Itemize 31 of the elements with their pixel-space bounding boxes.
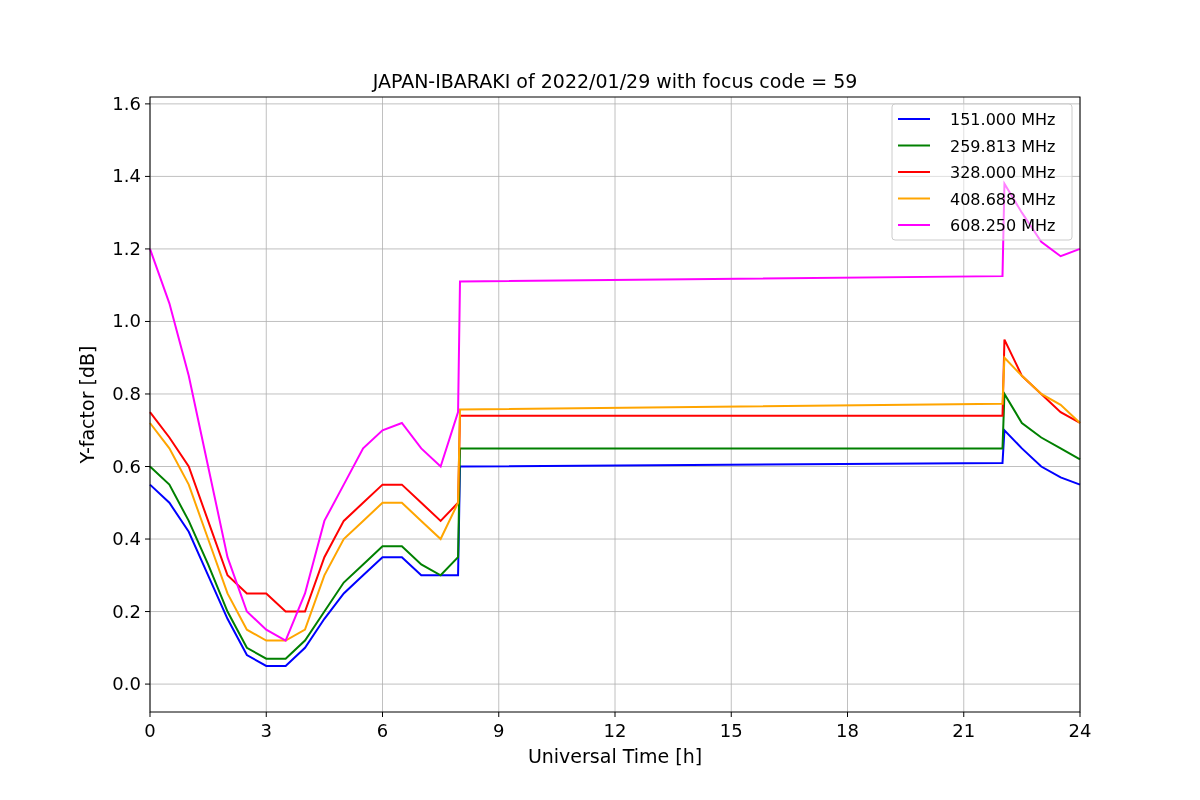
legend-label: 151.000 MHz	[950, 110, 1056, 129]
x-tick-label: 3	[260, 720, 272, 741]
legend-line	[897, 144, 931, 147]
x-tick-label: 24	[1068, 720, 1092, 741]
x-axis-label: Universal Time [h]	[527, 745, 703, 767]
y-tick-label: 1.6	[112, 92, 141, 114]
y-tick-label: 1.0	[112, 310, 141, 332]
x-tick-label: 0	[144, 720, 156, 741]
legend-line	[897, 197, 931, 200]
legend-label: 259.813 MHz	[950, 136, 1056, 156]
y-tick-label: 1.4	[112, 165, 141, 187]
x-tick-label: 15	[719, 720, 743, 741]
legend-label: 408.688 MHz	[950, 189, 1056, 209]
x-tick-label: 18	[836, 720, 859, 741]
y-tick-label: 1.2	[112, 237, 141, 259]
legend-label: 608.250 MHz	[950, 216, 1056, 235]
x-tick-label: 9	[493, 720, 505, 741]
x-tick-label: 6	[376, 720, 389, 741]
legend-line	[897, 171, 931, 173]
legend-line	[897, 224, 931, 226]
y-tick-label: 0.6	[112, 455, 141, 477]
x-tick-label: 21	[952, 720, 976, 741]
chart-title: JAPAN-IBARAKI of 2022/01/29 with focus code = 59	[372, 70, 858, 92]
y-axis-label: Y-factor [dB]	[76, 345, 98, 464]
y-tick-label: 0.8	[112, 383, 141, 404]
x-tick-label: 12	[603, 720, 627, 741]
y-tick-label: 0.0	[112, 673, 141, 695]
legend-label: 328.000 MHz	[950, 163, 1056, 182]
legend-line	[897, 118, 931, 120]
y-tick-label: 0.2	[112, 600, 141, 622]
y-tick-label: 0.4	[112, 528, 141, 550]
